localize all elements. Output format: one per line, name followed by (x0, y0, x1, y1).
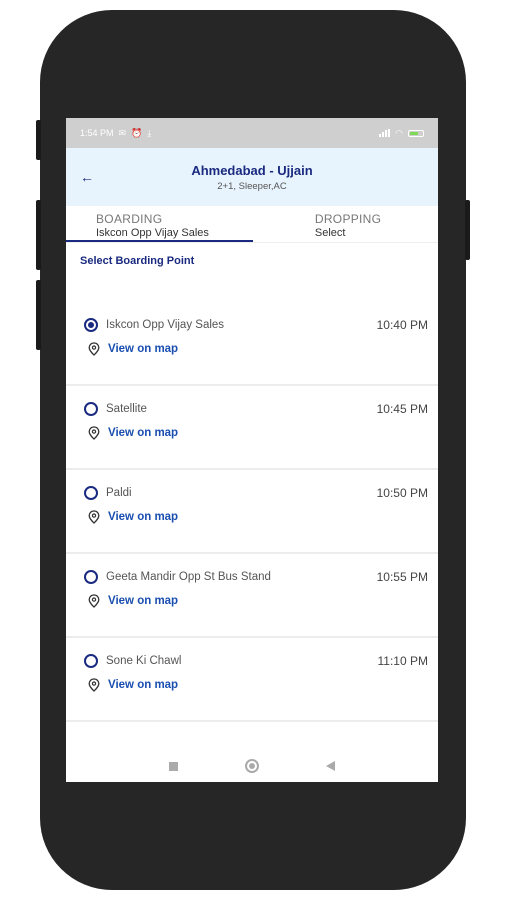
view-on-map-label: View on map (108, 595, 179, 607)
wifi-icon: ◠ (395, 127, 403, 138)
radio-button[interactable] (84, 654, 98, 668)
radio-button[interactable] (84, 570, 98, 584)
location-pin-icon (88, 342, 100, 356)
android-nav-bar (66, 750, 438, 782)
view-on-map-label: View on map (108, 679, 179, 691)
tab-boarding-value: Iskcon Opp Vijay Sales (96, 227, 209, 239)
recent-apps-icon[interactable] (169, 761, 179, 771)
view-on-map-link[interactable]: View on map (88, 426, 178, 440)
route-title: Ahmedabad - Ujjain (191, 162, 313, 178)
phone-side-button (36, 200, 41, 270)
location-pin-icon (88, 426, 100, 440)
notification-icon: ✉ (118, 127, 127, 138)
boarding-point-name: Iskcon Opp Vijay Sales (106, 319, 225, 331)
section-title: Select Boarding Point (80, 255, 195, 267)
signal-icon (379, 129, 391, 137)
nav-back-icon[interactable] (325, 761, 335, 771)
location-pin-icon (88, 594, 100, 608)
view-on-map-label: View on map (108, 511, 179, 523)
alarm-icon: ⏰ (131, 127, 143, 138)
tab-boarding[interactable]: BOARDING Iskcon Opp Vijay Sales (66, 206, 253, 242)
radio-button[interactable] (84, 486, 98, 500)
location-pin-icon (88, 678, 100, 692)
bus-type-subtitle: 2+1, Sleeper,AC (217, 180, 287, 192)
view-on-map-link[interactable]: View on map (88, 342, 178, 356)
view-on-map-label: View on map (108, 427, 179, 439)
phone-power-button (465, 200, 470, 260)
boarding-point-item[interactable]: Sone Ki Chawl 11:10 PM View on map (66, 638, 438, 722)
boarding-point-time: 11:10 PM (377, 654, 428, 668)
status-bar: 1:54 PM ✉ ⏰ ⤓ ◠ (66, 118, 438, 148)
back-arrow-icon[interactable]: ← (80, 169, 94, 185)
phone-side-button (36, 120, 41, 160)
boarding-point-time: 10:55 PM (376, 570, 428, 584)
view-on-map-label: View on map (108, 343, 179, 355)
app-header: ← Ahmedabad - Ujjain 2+1, Sleeper,AC (66, 148, 438, 206)
download-icon: ⤓ (147, 127, 152, 138)
boarding-point-time: 10:50 PM (376, 486, 428, 500)
point-tabs: BOARDING Iskcon Opp Vijay Sales DROPPING… (66, 206, 438, 243)
radio-selected-dot (88, 322, 94, 328)
tab-dropping[interactable]: DROPPING Select (253, 206, 438, 242)
tab-boarding-title: BOARDING (96, 212, 163, 226)
boarding-point-list: Iskcon Opp Vijay Sales 10:40 PM View on … (66, 302, 438, 722)
phone-side-button (36, 280, 41, 350)
view-on-map-link[interactable]: View on map (88, 510, 178, 524)
tab-dropping-value: Select (314, 227, 346, 239)
radio-button[interactable] (84, 318, 98, 332)
boarding-point-item[interactable]: Satellite 10:45 PM View on map (66, 386, 438, 470)
radio-button[interactable] (84, 402, 98, 416)
boarding-point-name: Sone Ki Chawl (106, 655, 182, 667)
battery-icon (408, 129, 424, 137)
boarding-point-time: 10:45 PM (376, 402, 428, 416)
view-on-map-link[interactable]: View on map (88, 594, 178, 608)
home-icon[interactable] (244, 759, 259, 773)
boarding-point-time: 10:40 PM (376, 318, 428, 332)
app-screen: 1:54 PM ✉ ⏰ ⤓ ◠ ← Ahmedabad - Ujjain 2+1… (66, 118, 438, 782)
boarding-point-name: Geeta Mandir Opp St Bus Stand (106, 571, 271, 583)
location-pin-icon (88, 510, 100, 524)
tab-dropping-title: DROPPING (314, 212, 382, 226)
boarding-point-name: Satellite (106, 403, 147, 415)
boarding-point-name: Paldi (106, 487, 132, 499)
view-on-map-link[interactable]: View on map (88, 678, 178, 692)
boarding-point-item[interactable]: Geeta Mandir Opp St Bus Stand 10:55 PM V… (66, 554, 438, 638)
boarding-point-item[interactable]: Paldi 10:50 PM View on map (66, 470, 438, 554)
boarding-point-item[interactable]: Iskcon Opp Vijay Sales 10:40 PM View on … (66, 302, 438, 386)
status-time: 1:54 PM (80, 128, 114, 138)
